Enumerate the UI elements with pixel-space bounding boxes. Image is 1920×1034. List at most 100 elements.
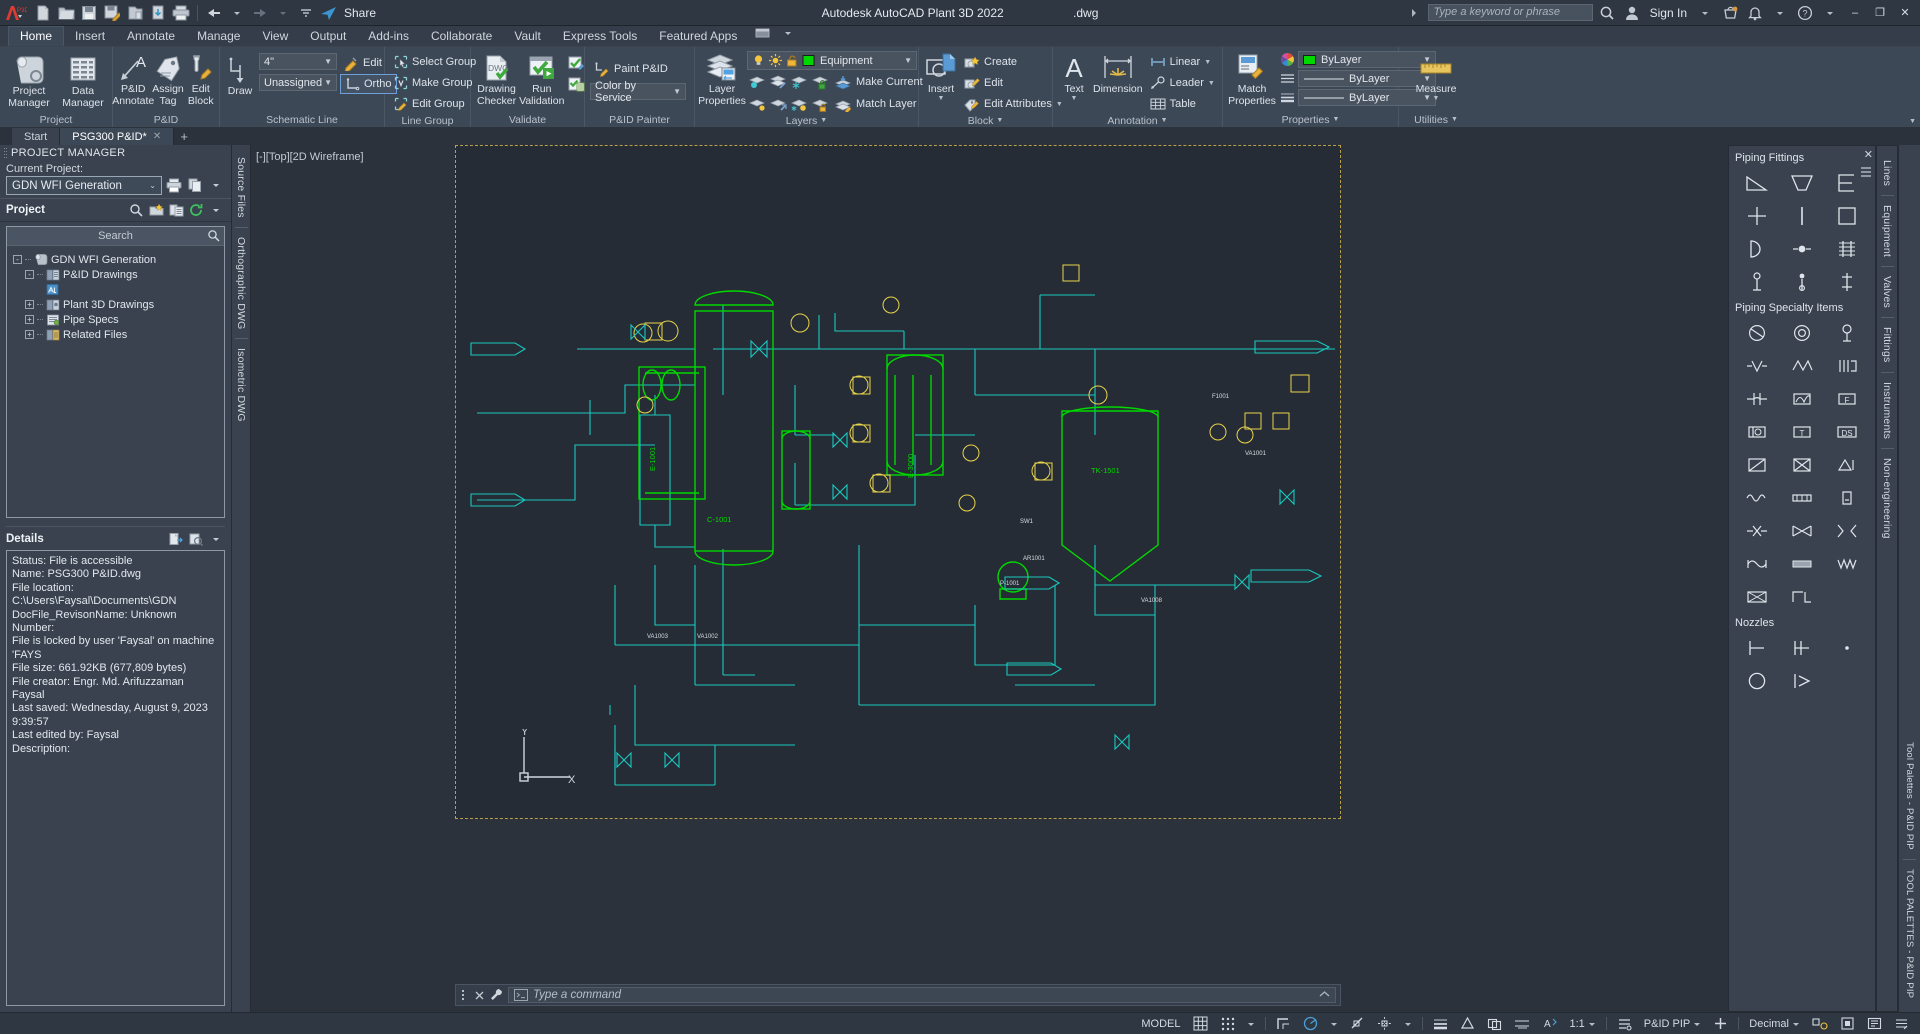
plot-icon[interactable] [170, 2, 192, 24]
instrument-conn-icon[interactable] [1780, 267, 1823, 296]
annotation-scale-button[interactable]: 1:1 [1565, 1015, 1601, 1033]
leader-dropdown-icon[interactable]: ▼ [1208, 80, 1215, 87]
nozzle-flange-icon[interactable] [1735, 549, 1778, 578]
share-icon[interactable] [318, 2, 340, 24]
layer-freeze-snowflake-icon[interactable] [789, 74, 809, 91]
spectacle-blind-icon[interactable] [1780, 516, 1823, 545]
help-dropdown-icon[interactable] [1819, 2, 1841, 24]
tree-node-related-files[interactable]: + Related Files [11, 327, 220, 342]
match-layer-button[interactable]: Match Layer [831, 94, 921, 114]
details-preview-icon[interactable] [187, 530, 205, 548]
search-icon[interactable] [207, 229, 220, 242]
snap-dropdown-icon[interactable] [1242, 1015, 1260, 1033]
copy-icon[interactable] [186, 177, 204, 195]
tree-expander-icon[interactable]: + [25, 315, 34, 324]
user-account-icon[interactable] [1621, 2, 1643, 24]
more-icon[interactable] [207, 177, 225, 195]
command-history-icon[interactable] [1319, 990, 1330, 1000]
details-options-icon[interactable] [207, 530, 225, 548]
edit-block-button[interactable]: Edit Block [185, 51, 217, 109]
select-group-button[interactable]: Select Group [390, 52, 480, 72]
current-layer-combo[interactable]: Equipment ▼ [747, 51, 917, 70]
command-close-icon[interactable] [474, 987, 485, 1003]
qat-customize-icon[interactable] [295, 2, 317, 24]
palette-strip-label-2[interactable]: Tool Palettes - P&ID PIP [1904, 736, 1915, 856]
block-panel-expand-icon[interactable]: ▼ [996, 117, 1003, 124]
project-search-input[interactable]: Search [7, 227, 224, 246]
edit-group-button[interactable]: Edit Group [390, 94, 480, 114]
pipe-end-icon[interactable] [1826, 267, 1869, 296]
signin-dropdown-icon[interactable] [1694, 2, 1716, 24]
tab-view[interactable]: View [251, 27, 299, 46]
clean-screen-icon[interactable] [1862, 1015, 1887, 1033]
share-label[interactable]: Share [344, 6, 376, 20]
layer-thaw-icon[interactable] [769, 54, 782, 67]
selection-cycling-icon[interactable] [1482, 1015, 1507, 1033]
new-drawing-icon[interactable] [147, 201, 165, 219]
reports-icon[interactable] [167, 201, 185, 219]
layer-on-icon[interactable] [752, 54, 765, 67]
annotation-panel-expand-icon[interactable]: ▼ [1161, 117, 1168, 124]
layer-thaw-all-icon[interactable] [768, 96, 788, 113]
injection-quill-icon[interactable] [1780, 582, 1823, 611]
palette-grip-icon[interactable] [4, 147, 7, 159]
tree-node-project-root[interactable]: - GDN WFI Generation [11, 252, 220, 267]
ds-item-icon[interactable]: DS [1826, 417, 1869, 446]
inline-mixer-icon[interactable] [1780, 384, 1823, 413]
silencer-icon[interactable] [1826, 351, 1869, 380]
pipe-icon[interactable] [1780, 201, 1823, 230]
file-tab-psg300[interactable]: PSG300 P&ID* ✕ [60, 128, 175, 145]
snap-mode-icon[interactable] [1215, 1015, 1240, 1033]
layer-unisolate-icon[interactable] [789, 96, 809, 113]
add-tool-icon[interactable] [1708, 1015, 1733, 1033]
command-input[interactable]: Type a command [508, 987, 1336, 1003]
search-input[interactable]: Type a keyword or phrase [1427, 4, 1593, 21]
object-snap-icon[interactable] [1345, 1015, 1370, 1033]
polar-dropdown-icon[interactable] [1325, 1015, 1343, 1033]
publish-icon[interactable] [147, 2, 169, 24]
customization-icon[interactable] [1889, 1015, 1914, 1033]
workspace-button[interactable]: P&ID PIP [1639, 1015, 1706, 1033]
hardware-acceleration-icon[interactable] [1835, 1015, 1860, 1033]
layer-freeze-icon[interactable] [768, 74, 788, 91]
project-manager-button[interactable]: Project Manager [5, 51, 53, 111]
workspace-switching-icon[interactable] [1612, 1015, 1637, 1033]
nozzle-dot-icon[interactable] [1826, 633, 1869, 662]
transparency-icon[interactable] [1455, 1015, 1480, 1033]
save-as-icon[interactable] [101, 2, 123, 24]
autocad-app-icon[interactable]: P3D [0, 0, 30, 26]
lineweight-icon[interactable] [1279, 91, 1296, 104]
tab-vault[interactable]: Vault [503, 27, 551, 46]
sign-in-button[interactable]: Sign In [1646, 6, 1691, 20]
t-fitting-icon[interactable]: T [1780, 417, 1823, 446]
flexible-icon[interactable] [1735, 483, 1778, 512]
minimize-button[interactable]: – [1844, 4, 1866, 22]
annotation-visibility-icon[interactable] [1509, 1015, 1536, 1033]
properties-panel-expand-icon[interactable]: ▼ [1332, 116, 1339, 123]
insert-block-dropdown-icon[interactable]: ▼ [938, 95, 945, 102]
run-validation-button[interactable]: Run Validation [518, 51, 565, 109]
command-options-icon[interactable] [460, 987, 470, 1003]
help-icon[interactable]: ? [1794, 2, 1816, 24]
close-icon[interactable]: ✕ [1864, 148, 1873, 161]
save-icon[interactable] [78, 2, 100, 24]
palette-tab-lines[interactable]: Lines [1881, 154, 1893, 192]
drawing-checker-button[interactable]: DWG Drawing Checker [476, 51, 517, 109]
flame-arrestor-icon[interactable]: F [1826, 384, 1869, 413]
layers-panel-expand-icon[interactable]: ▼ [820, 117, 827, 124]
autodesk-app-store-icon[interactable] [1719, 2, 1741, 24]
palette-menu-icon[interactable] [1860, 166, 1872, 178]
utilities-panel-expand-icon[interactable]: ▼ [1451, 116, 1458, 123]
insert-block-button[interactable]: Insert ▼ [924, 51, 958, 104]
table-button[interactable]: Table [1146, 94, 1219, 114]
tree-expander-icon[interactable]: - [25, 270, 34, 279]
linetype-icon[interactable] [1279, 72, 1296, 85]
color-by-service-combo[interactable]: Color by Service ▼ [590, 80, 686, 104]
color-wheel-icon[interactable] [1279, 52, 1296, 67]
redo-icon[interactable] [249, 2, 271, 24]
layer-unlock-all-icon[interactable] [810, 96, 830, 113]
tree-node-pid-drawings[interactable]: - P&ID Drawings [11, 267, 220, 282]
isolate-objects-icon[interactable] [1807, 1015, 1833, 1033]
osnap-dropdown-icon[interactable] [1399, 1015, 1417, 1033]
line-service-combo[interactable]: Unassigned ▼ [259, 74, 337, 91]
